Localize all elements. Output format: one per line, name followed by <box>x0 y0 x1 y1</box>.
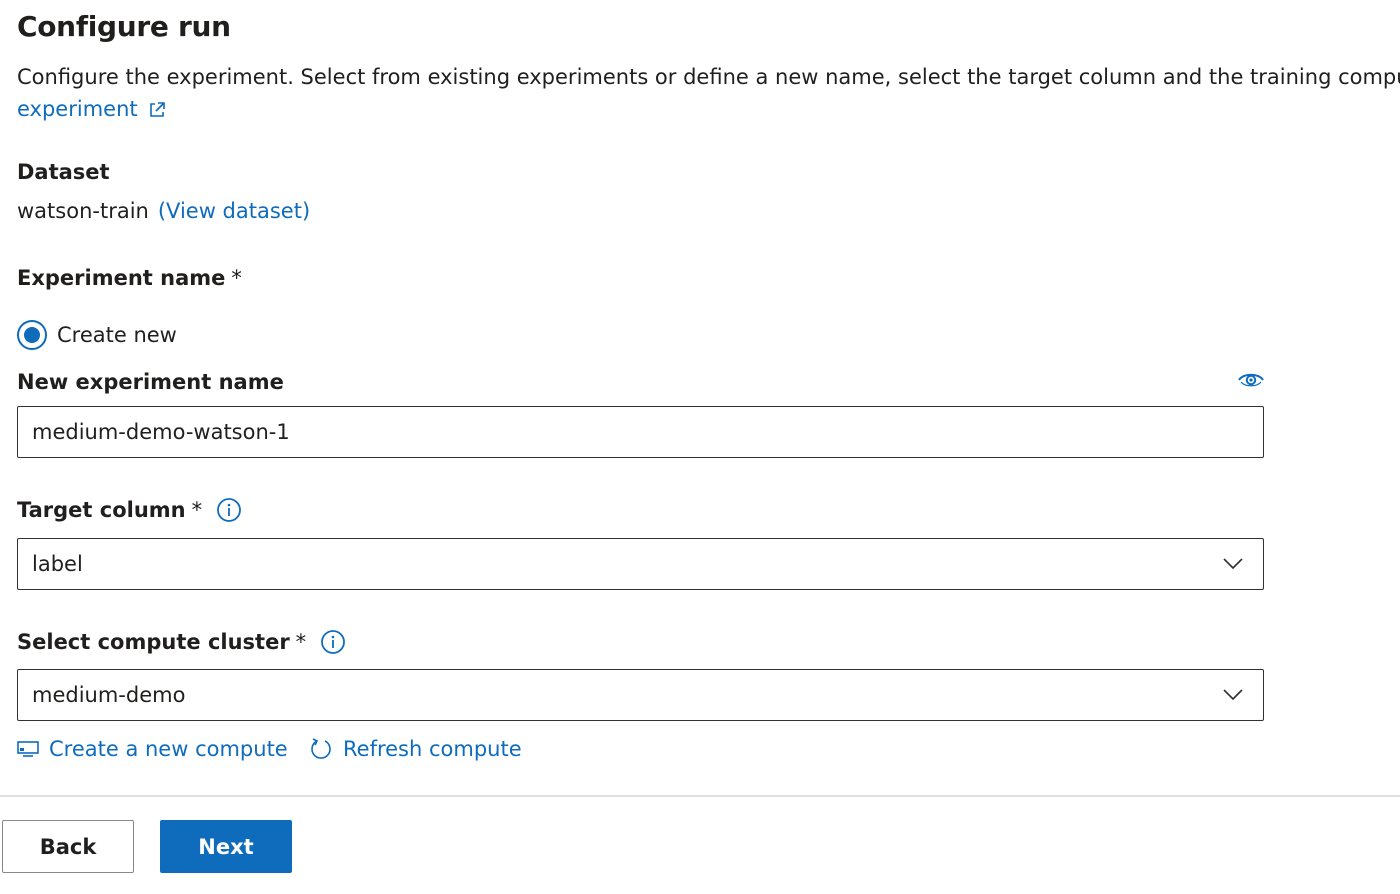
dataset-name: watson-train <box>17 199 149 223</box>
page-description: Configure the experiment. Select from ex… <box>17 65 1400 89</box>
info-icon[interactable] <box>320 629 346 655</box>
create-new-label: Create new <box>57 323 177 347</box>
compute-cluster-label: Select compute cluster * <box>17 629 346 655</box>
learn-more-link[interactable]: experiment <box>17 94 166 125</box>
info-icon[interactable] <box>216 497 242 523</box>
required-mark: * <box>295 630 307 654</box>
experiment-name-value: medium-demo-watson-1 <box>32 420 290 444</box>
refresh-icon <box>311 738 331 759</box>
chevron-down-icon <box>1223 689 1243 701</box>
footer-divider <box>0 795 1400 797</box>
create-compute-label: Create a new compute <box>49 737 288 761</box>
learn-more-link-text[interactable]: experiment <box>17 94 138 125</box>
computer-icon <box>17 741 39 757</box>
target-column-label: Target column * <box>17 497 242 523</box>
required-mark: * <box>231 266 242 290</box>
compute-cluster-dropdown[interactable]: medium-demo <box>17 669 1264 721</box>
compute-cluster-label-text: Select compute cluster <box>17 630 290 654</box>
create-compute-link[interactable]: Create a new compute <box>17 737 288 761</box>
next-button[interactable]: Next <box>160 820 292 873</box>
back-button[interactable]: Back <box>2 820 134 873</box>
experiment-name-label-text: Experiment name <box>17 266 226 290</box>
dataset-value-row: watson-train (View dataset) <box>17 199 310 223</box>
refresh-compute-label: Refresh compute <box>343 737 522 761</box>
experiment-name-input[interactable]: medium-demo-watson-1 <box>17 406 1264 458</box>
external-link-icon <box>149 101 165 117</box>
view-dataset-link[interactable]: (View dataset) <box>158 199 310 223</box>
page-title: Configure run <box>17 10 231 43</box>
target-column-selected: label <box>32 552 83 576</box>
dataset-label: Dataset <box>17 160 110 184</box>
target-column-dropdown[interactable]: label <box>17 538 1264 590</box>
refresh-compute-link[interactable]: Refresh compute <box>309 737 522 761</box>
create-new-radio[interactable]: Create new <box>17 320 177 350</box>
chevron-down-icon <box>1223 558 1243 570</box>
new-experiment-name-label: New experiment name <box>17 370 284 394</box>
target-column-label-text: Target column <box>17 498 186 522</box>
radio-selected-dot <box>24 327 40 343</box>
eye-icon[interactable] <box>1237 370 1265 390</box>
configure-run-panel: Configure run Configure the experiment. … <box>0 0 1400 894</box>
required-mark: * <box>191 498 203 522</box>
radio-button[interactable] <box>17 320 47 350</box>
experiment-name-label: Experiment name * <box>17 266 242 290</box>
compute-cluster-selected: medium-demo <box>32 683 186 707</box>
